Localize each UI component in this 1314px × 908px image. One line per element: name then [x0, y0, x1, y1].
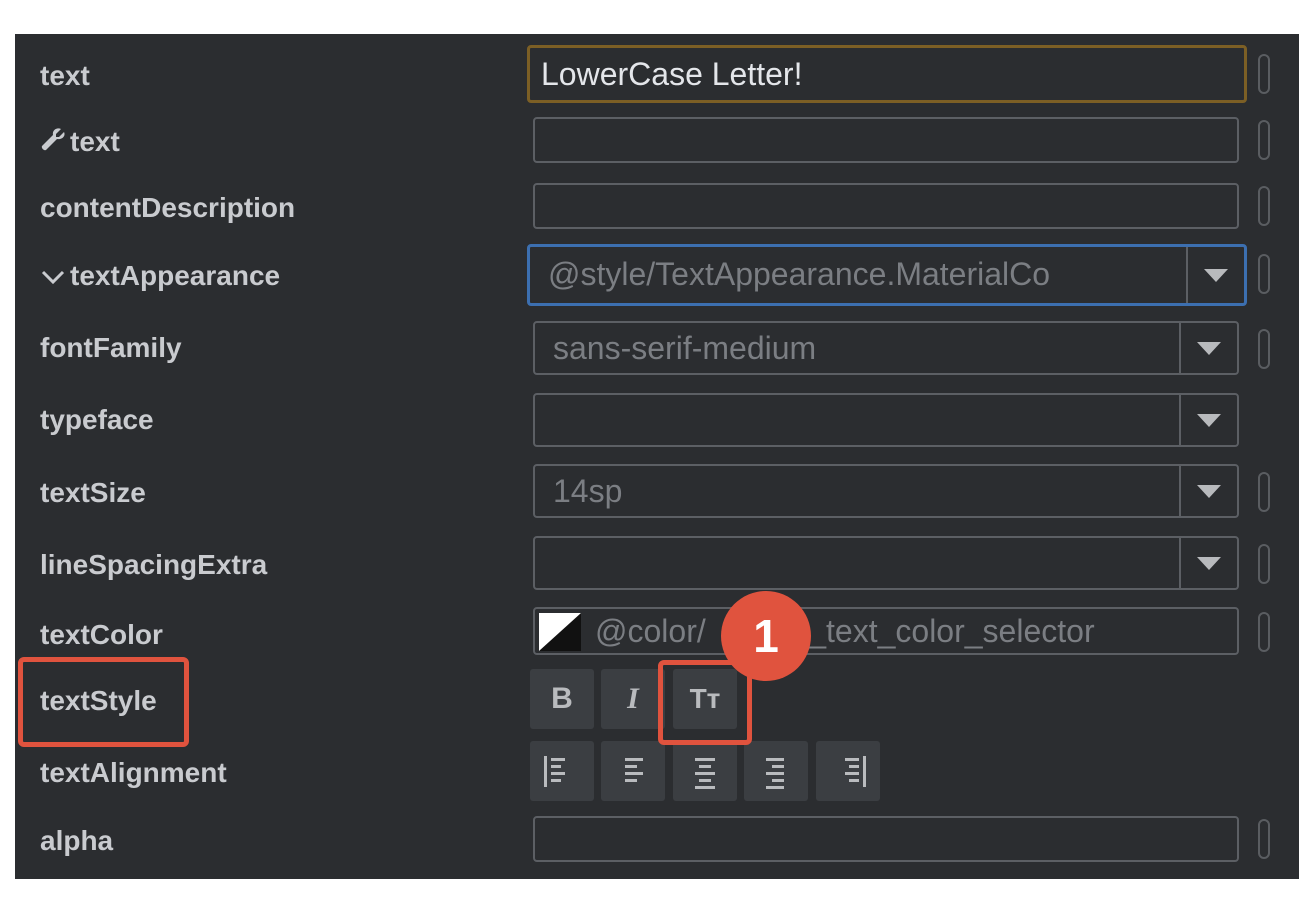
attributes-panel: text LowerCase Letter! text contentDescr… — [15, 34, 1299, 879]
align-center-icon — [695, 758, 715, 789]
text-style-label-highlight — [18, 657, 189, 747]
text-value: LowerCase Letter! — [541, 56, 803, 92]
tools-text-field[interactable] — [533, 117, 1239, 163]
align-text-start-button[interactable] — [601, 741, 665, 801]
triangle-down-icon[interactable] — [1179, 538, 1237, 588]
font-family-reference-toggle[interactable] — [1258, 329, 1270, 369]
text-appearance-value: @style/TextAppearance.MaterialCo — [548, 256, 1051, 292]
align-view-end-icon — [845, 756, 866, 787]
text-reference-toggle[interactable] — [1258, 54, 1270, 94]
chevron-down-icon[interactable] — [40, 262, 70, 294]
align-text-end-icon — [766, 758, 784, 789]
all-caps-button-highlight — [658, 660, 752, 745]
alpha-field[interactable] — [533, 816, 1239, 862]
tools-text-label-text: text — [70, 126, 120, 157]
align-text-start-icon — [625, 758, 643, 782]
content-description-reference-toggle[interactable] — [1258, 186, 1270, 226]
tools-text-label: text — [40, 126, 120, 160]
align-text-end-button[interactable] — [744, 741, 808, 801]
triangle-down-icon[interactable] — [1179, 466, 1237, 516]
align-center-button[interactable] — [673, 741, 737, 801]
text-size-value: 14sp — [553, 473, 623, 509]
line-spacing-extra-reference-toggle[interactable] — [1258, 544, 1270, 584]
typeface-label: typeface — [40, 404, 154, 435]
typeface-dropdown[interactable] — [533, 393, 1239, 447]
text-color-reference-toggle[interactable] — [1258, 612, 1270, 652]
text-field[interactable]: LowerCase Letter! — [527, 45, 1247, 103]
triangle-down-icon[interactable] — [1186, 247, 1244, 303]
bold-button[interactable]: B — [530, 669, 594, 729]
text-color-label: textColor — [40, 619, 163, 650]
text-label: text — [40, 60, 90, 91]
text-appearance-label: textAppearance — [40, 260, 280, 294]
text-color-value-rest: btn_text_color_selector — [763, 613, 1095, 649]
line-spacing-extra-label: lineSpacingExtra — [40, 549, 268, 580]
text-size-dropdown[interactable]: 14sp — [533, 464, 1239, 518]
line-spacing-extra-dropdown[interactable] — [533, 536, 1239, 590]
callout-badge: 1 — [721, 591, 811, 681]
alpha-label: alpha — [40, 825, 114, 856]
text-color-field[interactable]: @color/btn_text_color_selector — [533, 607, 1239, 655]
italic-button[interactable]: I — [601, 669, 665, 729]
triangle-down-icon[interactable] — [1179, 395, 1237, 445]
text-alignment-label: textAlignment — [40, 757, 227, 788]
color-swatch[interactable] — [539, 613, 581, 651]
text-appearance-label-text: textAppearance — [70, 260, 281, 291]
text-appearance-reference-toggle[interactable] — [1258, 254, 1270, 294]
content-description-label: contentDescription — [40, 192, 296, 223]
wrench-icon — [40, 127, 70, 160]
align-view-end-button[interactable] — [816, 741, 880, 801]
align-view-start-button[interactable] — [530, 741, 594, 801]
font-family-dropdown[interactable]: sans-serif-medium — [533, 321, 1239, 375]
tools-text-reference-toggle[interactable] — [1258, 120, 1270, 160]
text-appearance-dropdown[interactable]: @style/TextAppearance.MaterialCo — [527, 244, 1247, 306]
triangle-down-icon[interactable] — [1179, 323, 1237, 373]
content-description-field[interactable] — [533, 183, 1239, 229]
font-family-value: sans-serif-medium — [553, 330, 817, 366]
text-size-label: textSize — [40, 477, 146, 508]
alpha-reference-toggle[interactable] — [1258, 819, 1270, 859]
text-color-value: @color/ — [595, 613, 706, 649]
font-family-label: fontFamily — [40, 332, 182, 363]
text-size-reference-toggle[interactable] — [1258, 472, 1270, 512]
align-view-start-icon — [544, 756, 565, 787]
